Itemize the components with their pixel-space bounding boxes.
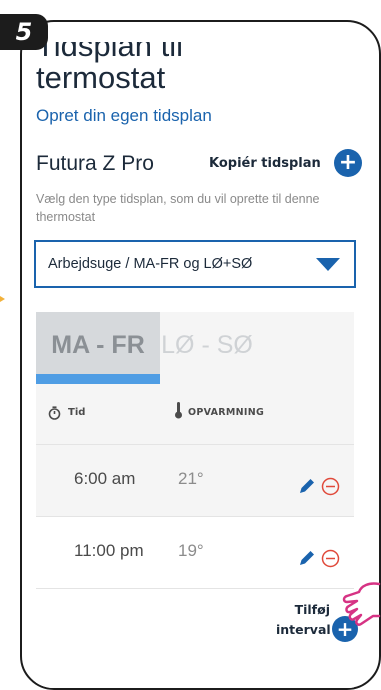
remove-interval-icon[interactable] [321, 549, 340, 568]
interval-time: 6:00 am [74, 469, 136, 488]
caret-down-icon [316, 258, 340, 271]
interval-temperature: 19° [178, 541, 204, 560]
column-header-time: Tid [68, 407, 86, 418]
interval-time: 11:00 pm [74, 541, 144, 560]
plus-icon: + [338, 150, 358, 175]
add-interval-label-line2: interval [276, 622, 331, 637]
pencil-icon[interactable] [298, 549, 316, 567]
pointing-hand-icon [342, 582, 381, 626]
copy-schedule-label[interactable]: Kopiér tidsplan [209, 156, 321, 171]
active-tab-indicator [36, 374, 160, 384]
page-subtitle: Opret din egen tidsplan [36, 106, 212, 125]
column-header-row: Tid OPVARMNING [36, 384, 354, 444]
schedule-type-dropdown[interactable]: Arbejdsuge / MA-FR og LØ+SØ [34, 240, 356, 288]
step-badge: 5 [0, 14, 48, 50]
add-interval-label[interactable]: Tilføj interval [276, 600, 331, 640]
thermometer-icon [175, 402, 182, 419]
interval-temperature: 21° [178, 469, 204, 488]
page-title-line1: Tidsplan til [36, 28, 184, 63]
schedule-panel: MA - FR LØ - SØ Tid OPVARMNING 6:00 am 2… [36, 312, 358, 688]
interval-row: 11:00 pm 19° [36, 516, 354, 588]
copy-schedule-button[interactable]: + [334, 149, 362, 177]
dropdown-selected-value: Arbejdsuge / MA-FR og LØ+SØ [48, 256, 253, 272]
stopwatch-icon [48, 406, 61, 420]
interval-row: 6:00 am 21° [36, 444, 354, 516]
pencil-icon[interactable] [298, 477, 316, 495]
column-header-heating: OPVARMNING [188, 407, 265, 418]
tab-weekend[interactable]: LØ - SØ [160, 312, 254, 384]
page-title-line2: termostat [36, 60, 166, 95]
add-interval-label-line1: Tilføj [294, 602, 330, 617]
help-text: Vælg den type tidsplan, som du vil opret… [36, 192, 320, 224]
remove-interval-icon[interactable] [321, 477, 340, 496]
device-name: Futura Z Pro [36, 152, 154, 175]
phone-frame: Tidsplan til termostat Opret din egen ti… [20, 20, 381, 690]
side-marker [0, 296, 5, 302]
